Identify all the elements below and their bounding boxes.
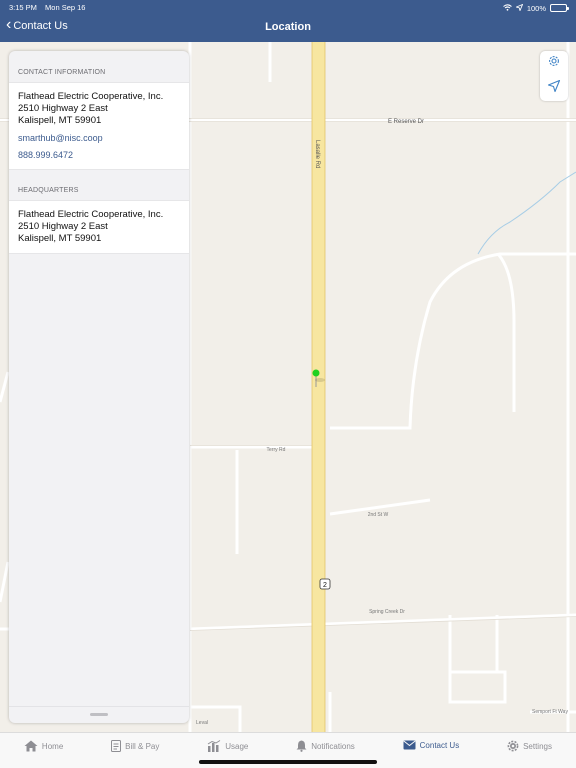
contact-street: 2510 Highway 2 East xyxy=(18,103,108,114)
tab-label: Usage xyxy=(225,741,249,751)
gear-icon xyxy=(547,54,561,73)
home-indicator xyxy=(199,760,377,764)
map-controls xyxy=(540,51,568,101)
label-bottom-right: Semport Ft Way xyxy=(532,709,568,715)
top-bar: 3:15 PM Mon Sep 16 100% ‹ Contact Us Loc… xyxy=(0,0,576,42)
usage-icon xyxy=(207,740,221,752)
hq-street: 2510 Highway 2 East xyxy=(18,221,108,232)
status-bar: 3:15 PM Mon Sep 16 100% xyxy=(9,3,569,13)
contact-info-card: Flathead Electric Cooperative, Inc. 2510… xyxy=(9,82,189,170)
label-2nd: 2nd St W xyxy=(368,512,389,518)
battery-percent: 100% xyxy=(526,3,546,13)
label-spring-creek: Spring Creek Dr xyxy=(369,609,405,615)
tab-label: Notifications xyxy=(311,741,355,751)
gear-icon xyxy=(507,740,519,752)
navigation-arrow-icon xyxy=(547,79,561,98)
home-icon xyxy=(24,740,38,752)
tab-settings[interactable]: Settings xyxy=(507,740,552,752)
tab-label: Home xyxy=(41,741,64,751)
label-reserve: E Reserve Dr xyxy=(388,119,424,125)
label-terry: Terry Rd xyxy=(267,447,286,453)
bell-icon xyxy=(296,740,307,752)
panel-divider xyxy=(9,706,189,707)
hq-name: Flathead Electric Cooperative, Inc. xyxy=(18,209,164,220)
phone-link[interactable]: 888.999.6472 xyxy=(18,149,180,161)
status-time: 3:15 PM xyxy=(9,3,37,12)
tab-bill-pay[interactable]: Bill & Pay xyxy=(111,740,159,752)
svg-text:2: 2 xyxy=(323,582,327,589)
tab-usage[interactable]: Usage xyxy=(207,740,248,752)
current-location-button[interactable] xyxy=(544,79,564,99)
bill-icon xyxy=(111,740,122,752)
label-bottom-left: Leval xyxy=(196,720,208,726)
contact-info-header: CONTACT INFORMATION xyxy=(18,69,106,76)
wifi-icon xyxy=(502,3,512,13)
email-link[interactable]: smarthub@nisc.coop xyxy=(18,132,180,144)
contact-city: Kalispell, MT 59901 xyxy=(18,115,102,126)
status-date: Mon Sep 16 xyxy=(45,3,86,12)
headquarters-card: Flathead Electric Cooperative, Inc. 2510… xyxy=(9,200,189,254)
tab-label: Bill & Pay xyxy=(125,741,160,751)
highway-shield-icon: 2 xyxy=(319,578,331,590)
contact-name: Flathead Electric Cooperative, Inc. xyxy=(18,91,164,102)
hq-city: Kalispell, MT 59901 xyxy=(18,233,102,244)
tab-contact-us[interactable]: Contact Us xyxy=(403,740,460,750)
envelope-icon xyxy=(403,740,416,750)
tab-home[interactable]: Home xyxy=(24,740,63,752)
headquarters-header: HEADQUARTERS xyxy=(18,187,79,194)
tab-notifications[interactable]: Notifications xyxy=(296,740,355,752)
contact-panel: CONTACT INFORMATION Flathead Electric Co… xyxy=(9,51,189,723)
label-lasalle: Lasalle Rd xyxy=(314,140,320,168)
panel-drag-handle[interactable] xyxy=(90,713,108,716)
map-settings-button[interactable] xyxy=(544,54,564,74)
tab-label: Contact Us xyxy=(419,740,460,750)
tab-label: Settings xyxy=(523,741,552,751)
page-title: Location xyxy=(265,21,311,33)
location-services-icon xyxy=(514,3,524,13)
battery-icon xyxy=(550,4,569,12)
